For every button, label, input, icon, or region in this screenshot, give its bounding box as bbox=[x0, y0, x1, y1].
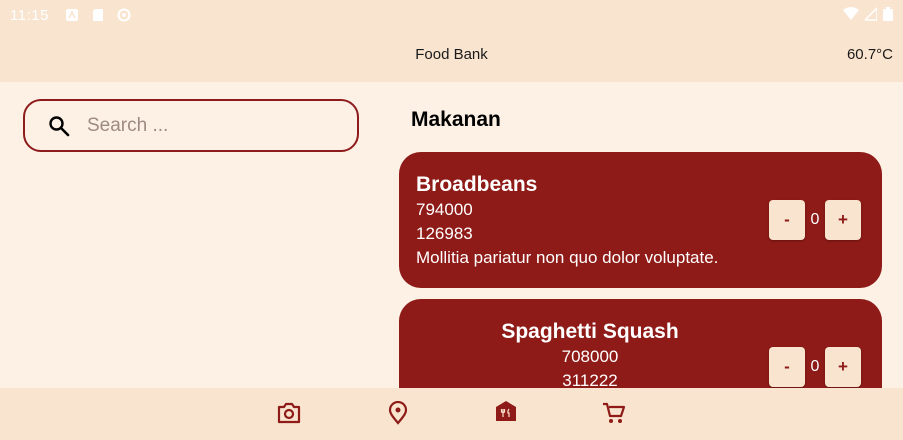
quantity-count: 0 bbox=[810, 211, 820, 228]
app-bar: Food Bank 60.7°C bbox=[0, 30, 903, 82]
quantity-stepper: - 0 + bbox=[769, 200, 861, 240]
sd-card-icon bbox=[91, 8, 105, 22]
restaurant-icon bbox=[495, 400, 517, 426]
food-item-name: Spaghetti Squash bbox=[501, 320, 679, 343]
food-item-line1: 708000 bbox=[561, 347, 619, 366]
app-title: Food Bank bbox=[415, 46, 488, 63]
search-icon bbox=[47, 114, 71, 138]
food-item-description: Mollitia pariatur non quo dolor voluptat… bbox=[416, 248, 719, 267]
decrement-button[interactable]: - bbox=[769, 347, 805, 387]
temperature-readout: 60.7°C bbox=[846, 46, 893, 63]
food-item-line1: 794000 bbox=[416, 200, 473, 219]
app-store-icon bbox=[65, 8, 79, 22]
bottom-navigation bbox=[0, 388, 903, 440]
sync-icon bbox=[117, 8, 131, 22]
increment-button[interactable]: + bbox=[825, 200, 861, 240]
battery-icon bbox=[883, 7, 893, 25]
quantity-stepper: - 0 + bbox=[769, 347, 861, 387]
food-item-info: Broadbeans 794000 126983 Mollitia pariat… bbox=[416, 172, 718, 270]
quantity-count: 0 bbox=[810, 358, 820, 375]
nav-restaurant[interactable] bbox=[493, 400, 519, 426]
cart-icon bbox=[602, 401, 626, 429]
status-time: 11:15 bbox=[10, 6, 49, 24]
food-item-card[interactable]: Broadbeans 794000 126983 Mollitia pariat… bbox=[399, 152, 882, 288]
nav-cart[interactable] bbox=[601, 402, 627, 428]
section-title: Makanan bbox=[411, 108, 501, 131]
food-item-line2: 126983 bbox=[416, 224, 473, 243]
search-input[interactable] bbox=[87, 114, 327, 137]
search-box[interactable] bbox=[23, 99, 359, 152]
decrement-button[interactable]: - bbox=[769, 200, 805, 240]
signal-icon bbox=[863, 6, 878, 25]
increment-button[interactable]: + bbox=[825, 347, 861, 387]
food-item-info: Spaghetti Squash 708000 311222 bbox=[399, 319, 781, 393]
nav-camera[interactable] bbox=[276, 402, 302, 428]
nav-location[interactable] bbox=[385, 400, 411, 429]
food-item-name: Broadbeans bbox=[416, 173, 538, 196]
status-right-icons bbox=[843, 6, 893, 25]
wifi-icon bbox=[843, 7, 859, 25]
status-bar: 11:15 bbox=[0, 0, 903, 30]
location-pin-icon bbox=[388, 400, 408, 429]
camera-icon bbox=[277, 402, 301, 428]
